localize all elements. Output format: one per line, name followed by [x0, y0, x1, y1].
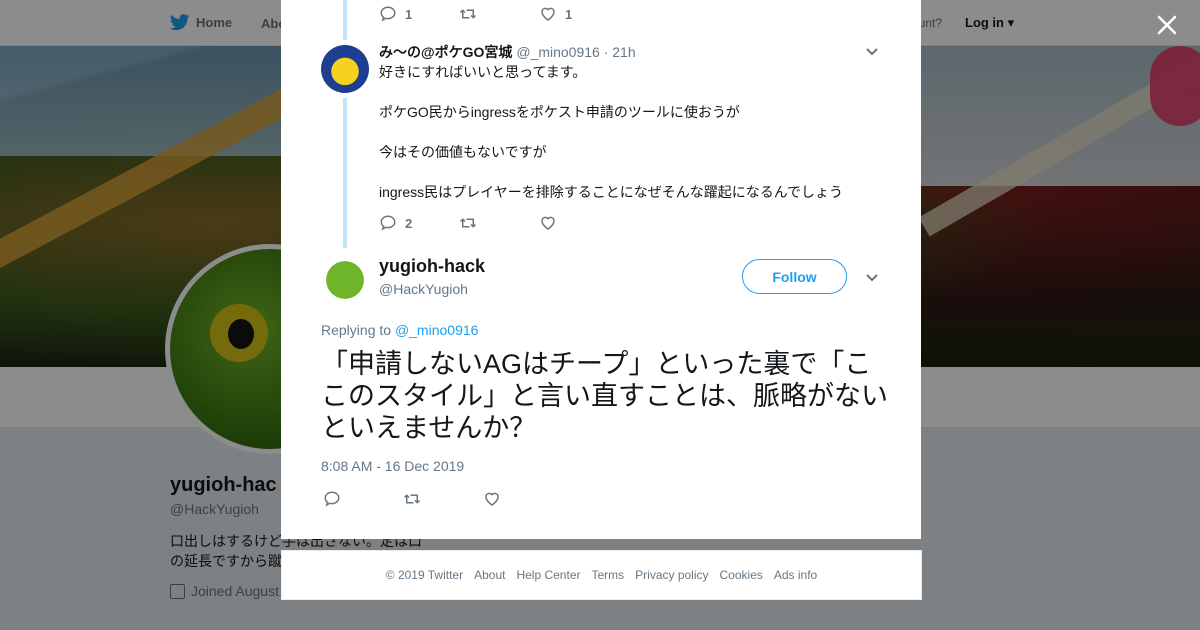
thread-connector [343, 0, 347, 40]
reply-tweet-text: 好きにすればいいと思ってます。 ポケGO民からingressをポケスト申請のツー… [379, 64, 844, 200]
retweet-button[interactable] [459, 214, 539, 232]
footer-copyright: © 2019 Twitter [385, 568, 464, 582]
reply-icon [380, 6, 396, 22]
reply-button[interactable]: 1 [379, 5, 459, 23]
replying-to: Replying to @_mino0916 [321, 322, 478, 338]
replying-prefix: Replying to [321, 322, 392, 338]
thread-connector [343, 98, 347, 248]
main-tweet-timestamp[interactable]: 8:08 AM - 16 Dec 2019 [321, 458, 464, 474]
reply-count: 2 [405, 215, 413, 231]
like-count: 1 [565, 6, 573, 22]
replying-to-link[interactable]: @_mino0916 [395, 322, 479, 338]
main-author-name[interactable]: yugioh-hack [379, 256, 485, 277]
main-author-handle[interactable]: @HackYugioh [379, 281, 468, 297]
reply-count: 1 [405, 6, 413, 22]
footer-link-cookies[interactable]: Cookies [720, 568, 763, 582]
reply-icon [380, 215, 396, 231]
reply-author-handle[interactable]: @_mino0916 [516, 44, 600, 60]
footer-link-about[interactable]: About [474, 568, 505, 582]
tweet-permalink-modal: 1 1 み〜の@ポケGO宮城 @_mino0916 · 21h 好きにすればいい… [281, 0, 921, 539]
modal-footer: © 2019 Twitter About Help Center Terms P… [281, 550, 922, 600]
close-icon[interactable] [1157, 15, 1177, 35]
chevron-down-icon[interactable] [866, 48, 878, 56]
retweet-icon [459, 9, 477, 19]
footer-link-terms[interactable]: Terms [591, 568, 624, 582]
like-button[interactable] [483, 490, 563, 508]
retweet-button[interactable] [403, 490, 483, 508]
like-button[interactable]: 1 [539, 5, 619, 23]
reply-author-avatar[interactable] [321, 45, 369, 93]
main-author-avatar[interactable] [321, 256, 369, 304]
footer-link-privacy[interactable]: Privacy policy [635, 568, 708, 582]
retweet-icon [403, 494, 421, 504]
like-icon [541, 216, 555, 230]
reply-tweet-actions: 2 [379, 213, 619, 233]
main-tweet-text: 「申請しないAGはチープ」といった裏で「ここのスタイル」と言い直すことは、脈略が… [321, 349, 888, 443]
footer-link-help-center[interactable]: Help Center [516, 568, 580, 582]
reply-icon [324, 491, 340, 507]
follow-button[interactable]: Follow [742, 259, 847, 294]
footer-link-ads-info[interactable]: Ads info [774, 568, 817, 582]
prev-tweet-actions: 1 1 [379, 4, 619, 24]
reply-author-name[interactable]: み〜の@ポケGO宮城 [379, 44, 512, 60]
reply-tweet-header: み〜の@ポケGO宮城 @_mino0916 · 21h [379, 42, 636, 62]
like-icon [541, 7, 555, 21]
like-icon [485, 492, 499, 506]
retweet-button[interactable] [459, 5, 539, 23]
reply-tweet-time[interactable]: · 21h [604, 44, 636, 60]
retweet-icon [459, 218, 477, 228]
reply-button[interactable]: 2 [379, 214, 459, 232]
reply-button[interactable] [323, 490, 403, 508]
main-tweet-actions [323, 489, 563, 509]
like-button[interactable] [539, 214, 619, 232]
chevron-down-icon[interactable] [866, 274, 878, 282]
